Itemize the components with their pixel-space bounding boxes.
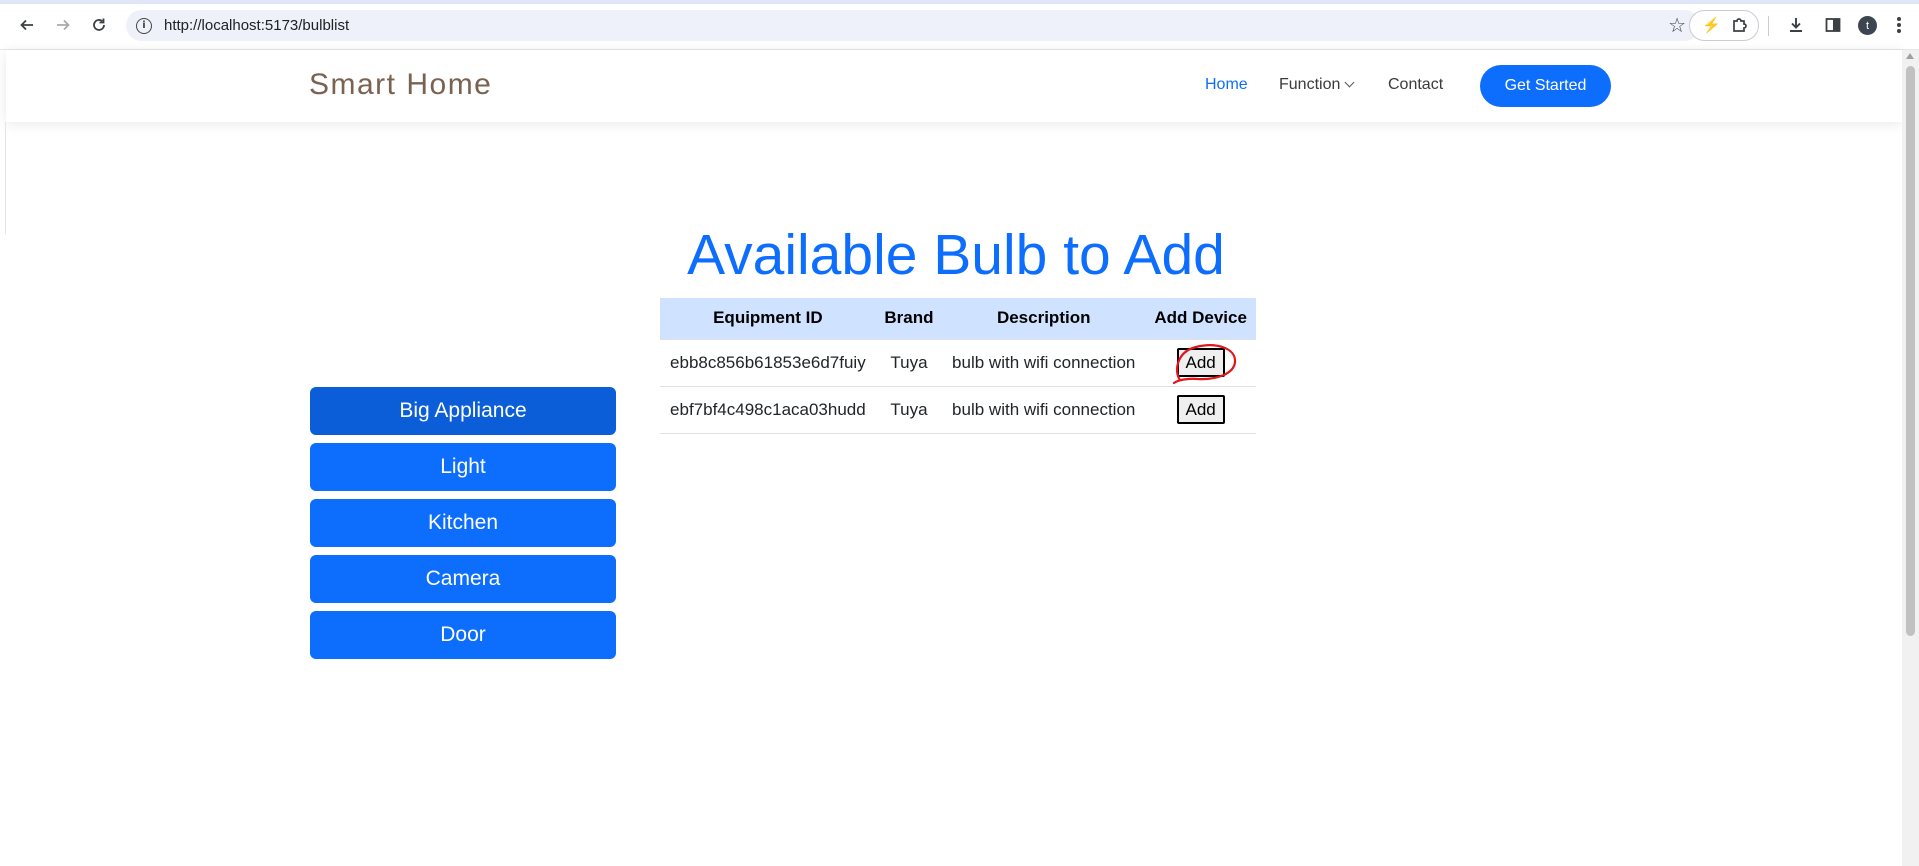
column-header-equipment-id: Equipment ID xyxy=(660,298,876,340)
page-viewport: Smart Home Home Function Contact Get Sta… xyxy=(0,50,1902,866)
page-scrollbar[interactable] xyxy=(1902,50,1919,866)
profile-avatar[interactable]: t xyxy=(1858,16,1877,35)
scroll-thumb[interactable] xyxy=(1906,66,1915,636)
tab-strip-edge xyxy=(0,0,1919,4)
extensions-pill[interactable]: ⚡ xyxy=(1689,10,1759,41)
browser-toolbar: i http://localhost:5173/bulblist ☆ ⚡ t xyxy=(0,0,1919,50)
column-header-description: Description xyxy=(942,298,1146,340)
address-bar[interactable]: i http://localhost:5173/bulblist ☆ xyxy=(126,10,1700,41)
url-text[interactable]: http://localhost:5173/bulblist xyxy=(164,17,349,34)
category-button-kitchen[interactable]: Kitchen xyxy=(310,499,616,547)
cell-description: bulb with wifi connection xyxy=(942,386,1146,434)
table-header: Equipment ID Brand Description Add Devic… xyxy=(660,298,1256,340)
toolbar-divider xyxy=(1768,16,1769,36)
table-body: ebb8c856b61853e6d7fuiy Tuya bulb with wi… xyxy=(660,339,1256,434)
nav-link-contact[interactable]: Contact xyxy=(1388,76,1443,94)
nav-link-home[interactable]: Home xyxy=(1205,76,1248,94)
column-header-brand: Brand xyxy=(875,298,943,340)
nav-link-function[interactable]: Function xyxy=(1279,76,1355,94)
extensions-icon[interactable] xyxy=(1730,15,1750,35)
category-button-big-appliance[interactable]: Big Appliance xyxy=(310,387,616,435)
bulb-table: Equipment ID Brand Description Add Devic… xyxy=(660,298,1256,434)
category-button-light[interactable]: Light xyxy=(310,443,616,491)
scroll-up-arrow-icon[interactable] xyxy=(1906,53,1914,59)
reload-icon[interactable] xyxy=(88,14,110,36)
side-panel-icon[interactable] xyxy=(1822,14,1844,36)
category-button-door[interactable]: Door xyxy=(310,611,616,659)
cell-description: bulb with wifi connection xyxy=(942,339,1146,387)
cell-action: Add xyxy=(1145,386,1256,434)
cell-equipment-id: ebb8c856b61853e6d7fuiy xyxy=(660,339,876,387)
page-edge-divider xyxy=(0,122,6,234)
brand-logo[interactable]: Smart Home xyxy=(309,68,492,102)
add-device-button[interactable]: Add xyxy=(1176,348,1225,377)
cell-equipment-id: ebf7bf4c498c1aca03hudd xyxy=(660,386,876,434)
site-navbar: Smart Home Home Function Contact Get Sta… xyxy=(6,50,1902,122)
table-row: ebf7bf4c498c1aca03hudd Tuya bulb with wi… xyxy=(660,386,1256,434)
table-header-row: Equipment ID Brand Description Add Devic… xyxy=(660,298,1256,340)
download-icon[interactable] xyxy=(1785,14,1807,36)
star-icon[interactable]: ☆ xyxy=(1668,13,1686,38)
table-row: ebb8c856b61853e6d7fuiy Tuya bulb with wi… xyxy=(660,339,1256,387)
forward-arrow-icon[interactable] xyxy=(52,14,74,36)
cell-brand: Tuya xyxy=(875,339,943,387)
get-started-button[interactable]: Get Started xyxy=(1480,65,1611,107)
nav-link-function-label: Function xyxy=(1279,76,1341,93)
column-header-add-device: Add Device xyxy=(1145,298,1256,340)
info-icon[interactable]: i xyxy=(136,17,152,34)
category-button-camera[interactable]: Camera xyxy=(310,555,616,603)
page-title: Available Bulb to Add xyxy=(687,223,1225,287)
chevron-down-icon xyxy=(1344,77,1355,88)
back-arrow-icon[interactable] xyxy=(16,14,38,36)
add-device-button[interactable]: Add xyxy=(1176,395,1225,424)
kebab-menu-icon[interactable] xyxy=(1893,14,1905,36)
cell-brand: Tuya xyxy=(875,386,943,434)
bolt-icon[interactable]: ⚡ xyxy=(1702,16,1721,34)
cell-action: Add xyxy=(1145,339,1256,387)
